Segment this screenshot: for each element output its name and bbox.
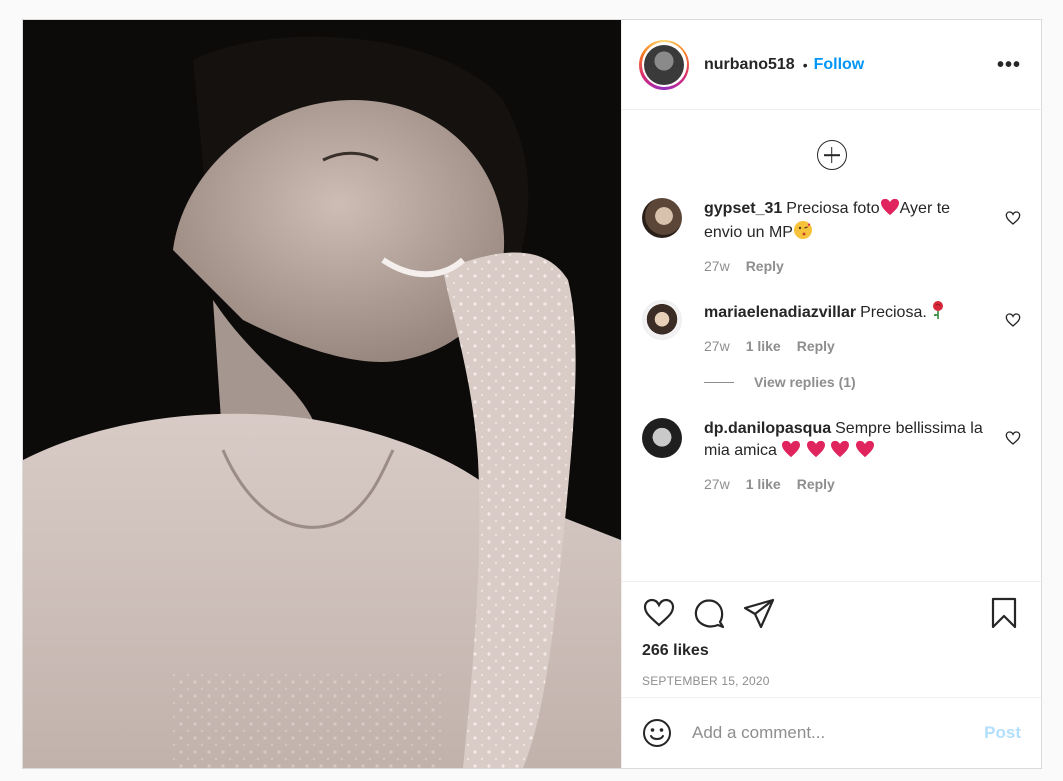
load-more-comments[interactable] — [642, 110, 1021, 198]
rose-icon — [933, 301, 944, 319]
view-replies-button[interactable]: View replies (1) — [704, 374, 1021, 390]
comment-likes-count[interactable]: 1 like — [746, 338, 781, 354]
heart-icon — [880, 198, 899, 216]
reply-button[interactable]: Reply — [746, 258, 784, 274]
post-dialog: nurbano518 • Follow ••• gypset_31 Precios… — [22, 19, 1042, 769]
comment-text: gypset_31 Preciosa foto Ayer te envio un M… — [704, 198, 991, 244]
comment-meta: 27w Reply — [704, 258, 991, 274]
commenter-username[interactable]: gypset_31 — [704, 200, 782, 217]
commenter-username[interactable]: mariaelenadiazvillar — [704, 304, 856, 321]
heart-icon — [782, 440, 801, 458]
commenter-avatar[interactable] — [642, 418, 682, 458]
like-comment-icon[interactable] — [1005, 210, 1021, 226]
comment-text: mariaelenadiazvillar Preciosa. — [704, 300, 991, 324]
commenter-username[interactable]: dp.danilopasqua — [704, 420, 831, 437]
separator-dot: • — [802, 56, 808, 73]
heart-icon — [855, 440, 874, 458]
comment-item: dp.danilopasqua Sempre bellissima la mia … — [642, 418, 1021, 492]
comment-time[interactable]: 27w — [704, 258, 730, 274]
side-panel: nurbano518 • Follow ••• gypset_31 Precios… — [621, 20, 1041, 768]
comment-item: gypset_31 Preciosa foto Ayer te envio un M… — [642, 198, 1021, 274]
view-replies-line — [704, 381, 734, 383]
post-comment-button[interactable]: Post — [984, 723, 1021, 743]
save-bookmark-icon[interactable] — [987, 596, 1021, 630]
heart-icon — [806, 440, 825, 458]
comment-time[interactable]: 27w — [704, 476, 730, 492]
likes-count[interactable]: 266 likes — [642, 642, 1021, 660]
action-icons — [642, 596, 1021, 630]
load-more-plus-icon[interactable] — [816, 140, 847, 170]
post-date[interactable]: SEPTEMBER 15, 2020 — [642, 674, 1021, 688]
post-actions: 266 likes SEPTEMBER 15, 2020 — [622, 581, 1041, 698]
post-photo[interactable] — [23, 20, 621, 768]
comments-list[interactable]: gypset_31 Preciosa foto Ayer te envio un M… — [622, 110, 1041, 581]
heart-icon — [831, 440, 850, 458]
emoji-smiley-icon[interactable] — [642, 718, 672, 748]
comment-text-part: Preciosa foto — [786, 200, 880, 217]
add-comment-bar: Post — [622, 698, 1041, 768]
commenter-avatar[interactable] — [642, 198, 682, 238]
comment-time[interactable]: 27w — [704, 338, 730, 354]
like-comment-icon[interactable] — [1005, 430, 1021, 446]
comment-item: mariaelenadiazvillar Preciosa. 27w 1 like… — [642, 300, 1021, 354]
commenter-avatar[interactable] — [642, 300, 682, 340]
more-options-icon[interactable]: ••• — [997, 55, 1021, 75]
comment-meta: 27w 1 like Reply — [704, 476, 991, 492]
kissing-face-icon — [793, 221, 812, 239]
comment-input[interactable] — [692, 723, 985, 743]
post-photo-image — [23, 20, 621, 768]
comment-text: dp.danilopasqua Sempre bellissima la mia … — [704, 418, 991, 462]
author-avatar-image — [644, 44, 684, 85]
follow-button[interactable]: Follow — [814, 56, 865, 74]
reply-button[interactable]: Reply — [797, 476, 835, 492]
like-heart-icon[interactable] — [642, 596, 676, 630]
post-header: nurbano518 • Follow ••• — [622, 20, 1041, 110]
reply-button[interactable]: Reply — [797, 338, 835, 354]
author-username[interactable]: nurbano518 — [704, 56, 795, 74]
comment-text-part: Preciosa. — [860, 304, 927, 321]
view-replies-label: View replies (1) — [754, 374, 856, 390]
author-avatar[interactable] — [639, 39, 689, 90]
comment-meta: 27w 1 like Reply — [704, 338, 991, 354]
like-comment-icon[interactable] — [1005, 312, 1021, 328]
comment-likes-count[interactable]: 1 like — [746, 476, 781, 492]
share-plane-icon[interactable] — [742, 596, 776, 630]
comment-bubble-icon[interactable] — [692, 596, 726, 630]
